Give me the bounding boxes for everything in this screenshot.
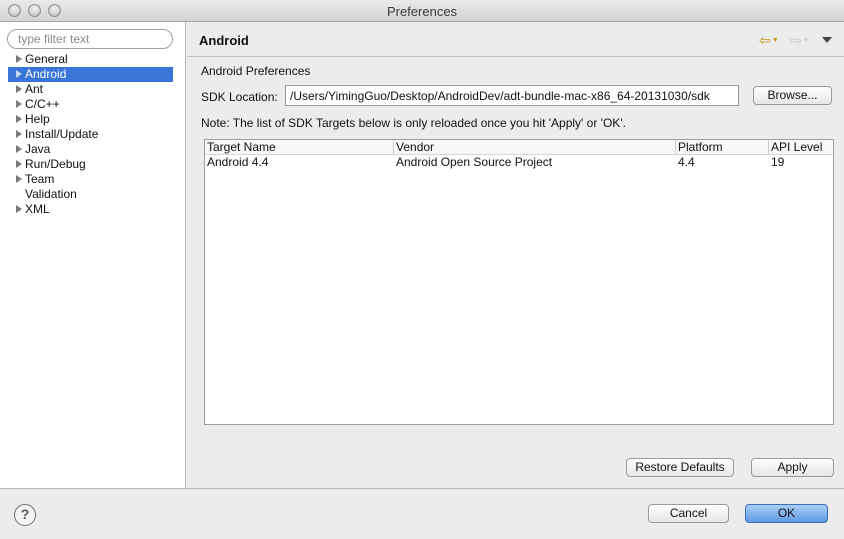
sdk-targets-table: Target Name Vendor Platform API Level An… — [204, 139, 834, 425]
sidebar-item-label: Validation — [25, 187, 77, 201]
sdk-location-input[interactable] — [285, 85, 739, 106]
dialog-footer: ? Cancel OK — [0, 488, 844, 539]
preference-page: Android ⇦▼ ⇨▼ Android Preferences SDK Lo… — [187, 22, 844, 488]
expand-arrow-icon[interactable] — [16, 100, 22, 108]
view-menu-icon[interactable] — [822, 37, 832, 43]
sidebar: General Android Ant C/C++ Help Install/U… — [0, 22, 186, 488]
sidebar-item-label: C/C++ — [25, 97, 60, 111]
sidebar-item-label: Android — [25, 67, 67, 81]
sidebar-item-ant[interactable]: Ant — [8, 82, 173, 97]
expand-arrow-icon[interactable] — [16, 145, 22, 153]
window-title: Preferences — [386, 4, 458, 19]
expand-arrow-icon[interactable] — [16, 160, 22, 168]
ok-button[interactable]: OK — [745, 504, 828, 523]
expand-arrow-icon[interactable] — [16, 175, 22, 183]
sidebar-item-label: Run/Debug — [25, 157, 86, 171]
sidebar-item-label: Install/Update — [25, 127, 99, 141]
section-label: Android Preferences — [201, 64, 311, 78]
sidebar-item-general[interactable]: General — [8, 52, 173, 67]
sidebar-item-team[interactable]: Team — [8, 172, 173, 187]
sidebar-item-label: Help — [25, 112, 50, 126]
sidebar-item-label: Ant — [25, 82, 44, 96]
sidebar-item-help[interactable]: Help — [8, 112, 173, 127]
expand-arrow-icon[interactable] — [16, 205, 22, 213]
table-cell: 19 — [771, 155, 785, 169]
filter-input[interactable] — [7, 29, 173, 49]
forward-arrow-icon[interactable]: ⇨▼ — [790, 32, 810, 48]
apply-button[interactable]: Apply — [751, 458, 834, 477]
sidebar-item-c-cpp[interactable]: C/C++ — [8, 97, 173, 112]
table-cell: Android 4.4 — [207, 155, 269, 169]
preference-tree: General Android Ant C/C++ Help Install/U… — [8, 52, 173, 217]
browse-button[interactable]: Browse... — [753, 86, 832, 105]
sidebar-item-xml[interactable]: XML — [8, 202, 173, 217]
sidebar-item-label: Team — [25, 172, 55, 186]
help-icon[interactable]: ? — [14, 504, 36, 526]
expand-arrow-icon[interactable] — [16, 70, 22, 78]
sidebar-item-install-update[interactable]: Install/Update — [8, 127, 173, 142]
sidebar-item-label: XML — [25, 202, 50, 216]
table-header: Target Name Vendor Platform API Level — [205, 140, 833, 155]
column-header-api-level[interactable]: API Level — [768, 140, 822, 155]
sidebar-item-label: General — [25, 52, 68, 66]
column-header-platform[interactable]: Platform — [675, 140, 723, 155]
sidebar-item-label: Java — [25, 142, 51, 156]
sidebar-item-android[interactable]: Android — [8, 67, 173, 82]
table-cell: 4.4 — [678, 155, 695, 169]
sidebar-item-validation[interactable]: Validation — [8, 187, 173, 202]
restore-defaults-button[interactable]: Restore Defaults — [626, 458, 734, 477]
sdk-location-label: SDK Location: — [201, 90, 278, 104]
expand-arrow-icon[interactable] — [16, 130, 22, 138]
cancel-button[interactable]: Cancel — [648, 504, 729, 523]
expand-arrow-icon[interactable] — [16, 115, 22, 123]
page-header: Android ⇦▼ ⇨▼ — [187, 22, 844, 57]
expand-arrow-icon[interactable] — [16, 55, 22, 63]
back-arrow-icon[interactable]: ⇦▼ — [759, 32, 779, 48]
title-bar: Preferences — [0, 0, 844, 22]
expand-arrow-icon[interactable] — [16, 85, 22, 93]
sidebar-item-run-debug[interactable]: Run/Debug — [8, 157, 173, 172]
page-title: Android — [199, 33, 249, 48]
table-cell: Android Open Source Project — [396, 155, 553, 169]
table-row[interactable]: Android 4.4 Android Open Source Project … — [205, 155, 833, 170]
sidebar-item-java[interactable]: Java — [8, 142, 173, 157]
column-header-vendor[interactable]: Vendor — [393, 140, 434, 155]
column-header-target-name[interactable]: Target Name — [205, 140, 276, 155]
note-text: Note: The list of SDK Targets below is o… — [201, 116, 626, 130]
